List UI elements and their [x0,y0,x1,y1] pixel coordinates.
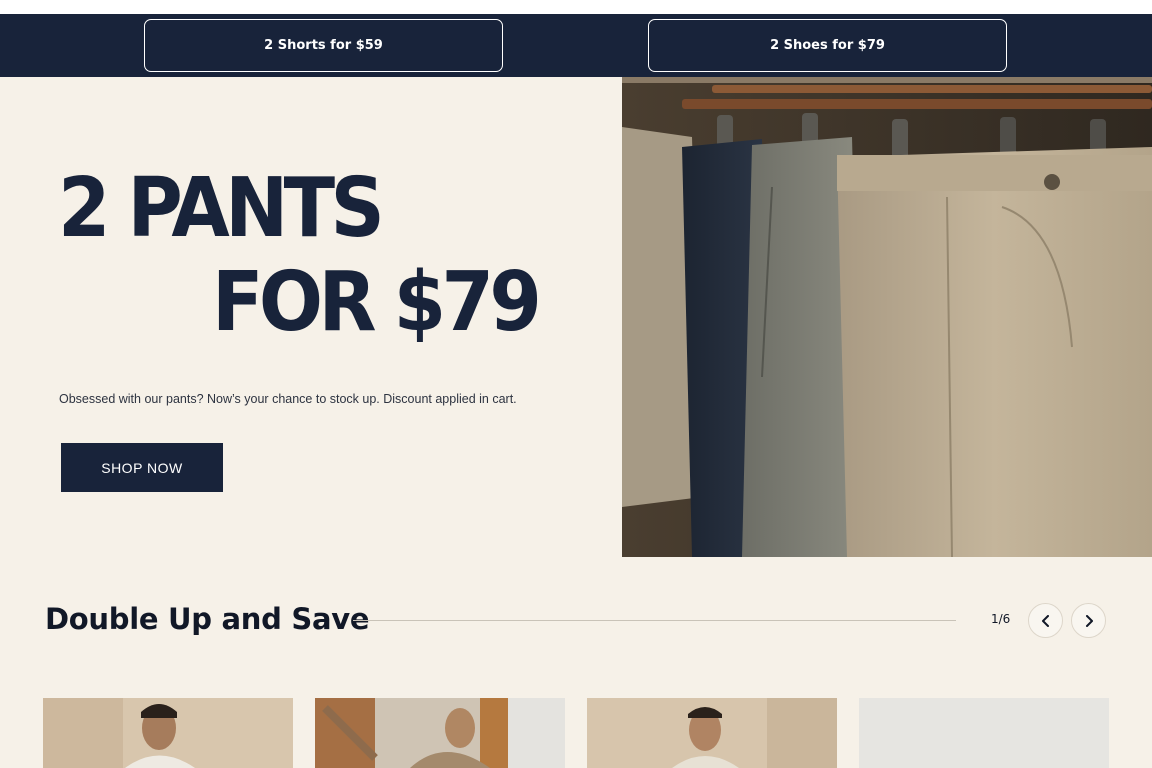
promo-shorts-button[interactable]: 2 Shorts for $59 [144,19,503,72]
product-image [587,698,837,768]
pants-illustration [622,77,1152,557]
top-strip [0,0,1152,14]
hero-headline-line-2: FOR $79 [212,255,542,350]
hero-image-pants[interactable] [622,77,1152,557]
product-card[interactable] [43,698,293,768]
product-card[interactable] [859,698,1109,768]
section-divider [353,620,956,621]
chevron-left-icon [1041,614,1049,627]
shop-now-button[interactable]: SHOP NOW [61,443,223,492]
section-title: Double Up and Save [45,602,370,636]
chevron-right-icon [1085,614,1093,627]
carousel-pager: 1/6 [991,612,1011,626]
hero-headline-line-1: 2 PANTS [58,161,385,256]
product-image [315,698,565,768]
carousel-next-button[interactable] [1071,603,1106,638]
product-card[interactable] [587,698,837,768]
carousel-prev-button[interactable] [1028,603,1063,638]
promo-bar: 2 Shorts for $59 2 Shoes for $79 [0,14,1152,77]
promo-shoes-button[interactable]: 2 Shoes for $79 [648,19,1007,72]
product-image [859,698,1109,768]
product-card[interactable] [315,698,565,768]
product-image [43,698,293,768]
hero-description: Obsessed with our pants? Now’s your chan… [59,392,517,406]
